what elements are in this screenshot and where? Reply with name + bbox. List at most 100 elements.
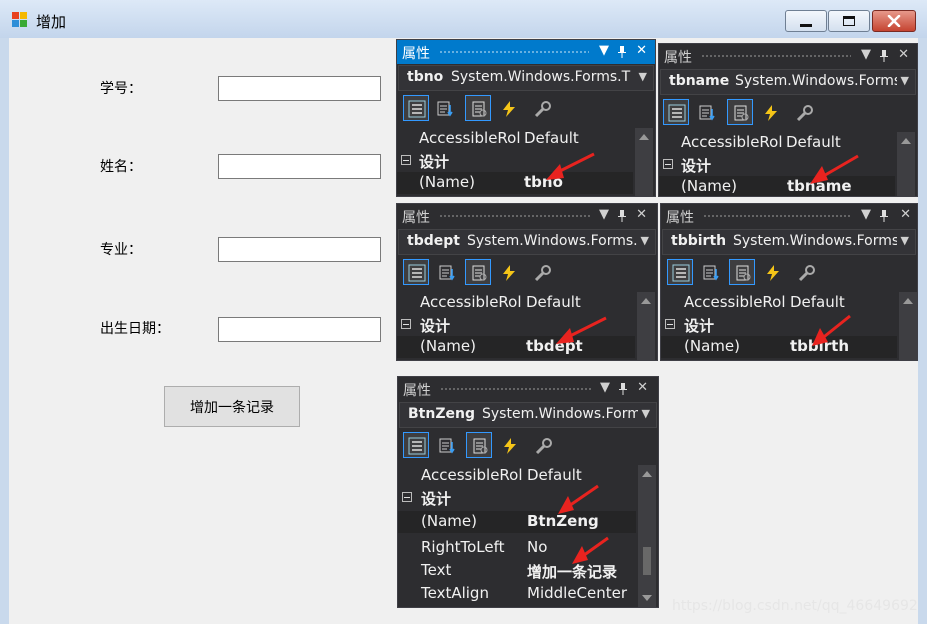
alphabetical-button[interactable]	[433, 432, 459, 458]
dropdown-icon[interactable]: ▼	[600, 379, 610, 397]
categorized-button[interactable]	[403, 259, 429, 285]
close-button[interactable]	[872, 10, 916, 32]
window-title: 增加	[36, 13, 67, 31]
categorized-icon	[408, 264, 426, 282]
panel-header[interactable]: 属性 ▼ ✕	[661, 204, 917, 228]
property-row[interactable]: AccessibleRol Default	[397, 292, 635, 314]
close-icon[interactable]: ✕	[900, 206, 911, 224]
properties-button[interactable]	[466, 432, 492, 458]
events-button[interactable]	[759, 259, 785, 285]
add-record-button[interactable]: 增加一条记录	[164, 386, 300, 427]
property-pages-button[interactable]	[791, 99, 817, 125]
tbdept-input[interactable]	[218, 237, 381, 262]
object-selector[interactable]: tbno System.Windows.Forms.T ▼	[398, 65, 654, 91]
category-label: 设计	[419, 153, 450, 171]
scrollbar[interactable]	[899, 292, 917, 360]
scrollbar[interactable]	[637, 292, 655, 360]
property-row[interactable]: AccessibleRol Default	[397, 128, 633, 150]
property-row[interactable]: AccessibleRol Default	[661, 292, 897, 314]
close-icon[interactable]: ✕	[898, 46, 909, 64]
object-name: tbbirth	[671, 233, 727, 249]
properties-icon	[472, 101, 487, 117]
tbname-input[interactable]	[218, 154, 381, 179]
panel-header[interactable]: 属性 ▼ ✕	[398, 377, 658, 401]
close-icon[interactable]: ✕	[636, 42, 647, 60]
title-bar[interactable]: 增加	[0, 0, 927, 38]
grip-dots	[439, 214, 591, 219]
property-row[interactable]: AccessibleRol Default	[659, 132, 895, 154]
properties-icon	[473, 438, 488, 454]
categorized-button[interactable]	[663, 99, 689, 125]
grip-dots	[701, 54, 851, 59]
alphabetical-icon	[703, 265, 719, 281]
events-button[interactable]	[495, 95, 521, 121]
minimize-button[interactable]	[785, 10, 827, 32]
property-pages-icon	[796, 105, 813, 122]
properties-button[interactable]	[729, 259, 755, 285]
dropdown-icon[interactable]: ▼	[599, 206, 609, 224]
dropdown-icon[interactable]: ▼	[861, 46, 871, 64]
events-button[interactable]	[757, 99, 783, 125]
property-key: AccessibleRol	[681, 133, 783, 151]
collapse-icon	[401, 155, 411, 165]
categorized-button[interactable]	[403, 95, 429, 121]
properties-button[interactable]	[465, 95, 491, 121]
dropdown-icon[interactable]: ▼	[599, 42, 609, 60]
property-key: (Name)	[420, 337, 476, 355]
events-button[interactable]	[495, 259, 521, 285]
properties-panel-tbno: 属性 ▼ ✕ tbno System.Windows.Forms.T ▼ Acc…	[396, 39, 656, 197]
categorized-button[interactable]	[667, 259, 693, 285]
panel-header[interactable]: 属性 ▼ ✕	[397, 40, 655, 64]
property-key: RightToLeft	[421, 538, 505, 556]
property-key: (Name)	[681, 177, 737, 195]
pin-icon[interactable]	[617, 209, 627, 223]
alphabetical-button[interactable]	[431, 95, 457, 121]
pin-icon[interactable]	[617, 45, 627, 59]
property-pages-button[interactable]	[530, 432, 556, 458]
object-selector[interactable]: BtnZeng System.Windows.Forms.Form ▼	[399, 402, 657, 428]
property-grid: AccessibleRol Default 设计 (Name) tbbirth	[661, 292, 917, 360]
scrollbar[interactable]	[635, 128, 653, 196]
close-icon[interactable]: ✕	[636, 206, 647, 224]
alphabetical-icon	[437, 101, 453, 117]
close-icon[interactable]: ✕	[637, 379, 648, 397]
events-button[interactable]	[496, 432, 522, 458]
pin-icon[interactable]	[618, 382, 628, 396]
property-pages-icon	[535, 438, 552, 455]
tbbirth-input[interactable]	[218, 317, 381, 342]
pin-icon[interactable]	[879, 49, 889, 63]
categorized-button[interactable]	[403, 432, 429, 458]
property-value: Default	[786, 133, 841, 151]
alphabetical-button[interactable]	[693, 99, 719, 125]
category-label: 设计	[681, 157, 712, 175]
scrollbar[interactable]	[897, 132, 915, 196]
categorized-icon	[408, 437, 426, 455]
category-row[interactable]: 设计	[661, 314, 897, 336]
property-pages-button[interactable]	[529, 95, 555, 121]
alphabetical-button[interactable]	[433, 259, 459, 285]
category-label: 设计	[684, 317, 715, 335]
alphabetical-button[interactable]	[697, 259, 723, 285]
object-type: System.Windows.Forms.Form	[482, 406, 638, 422]
panel-header[interactable]: 属性 ▼ ✕	[659, 44, 917, 68]
scrollbar[interactable]	[638, 465, 656, 607]
panel-header[interactable]: 属性 ▼ ✕	[397, 204, 657, 228]
property-toolbar	[398, 429, 658, 463]
properties-panel-tbbirth: 属性 ▼ ✕ tbbirth System.Windows.Forms.Form…	[660, 203, 918, 361]
property-row[interactable]: TextAlign MiddleCenter	[398, 583, 636, 605]
property-value: MiddleCenter	[527, 584, 628, 602]
properties-button[interactable]	[727, 99, 753, 125]
object-selector[interactable]: tbdept System.Windows.Forms.Form ▼	[398, 229, 656, 255]
dropdown-icon[interactable]: ▼	[861, 206, 871, 224]
property-key: (Name)	[419, 173, 475, 191]
property-row-name[interactable]: (Name) tbbirth	[661, 336, 897, 358]
object-selector[interactable]: tbname System.Windows.Forms.Form ▼	[660, 69, 916, 95]
maximize-button[interactable]	[828, 10, 870, 32]
property-pages-button[interactable]	[529, 259, 555, 285]
object-selector[interactable]: tbbirth System.Windows.Forms.Form ▼	[662, 229, 916, 255]
tbno-input[interactable]	[218, 76, 381, 101]
pin-icon[interactable]	[879, 209, 889, 223]
properties-button[interactable]	[465, 259, 491, 285]
scrollbar-thumb[interactable]	[643, 547, 651, 575]
property-pages-button[interactable]	[793, 259, 819, 285]
